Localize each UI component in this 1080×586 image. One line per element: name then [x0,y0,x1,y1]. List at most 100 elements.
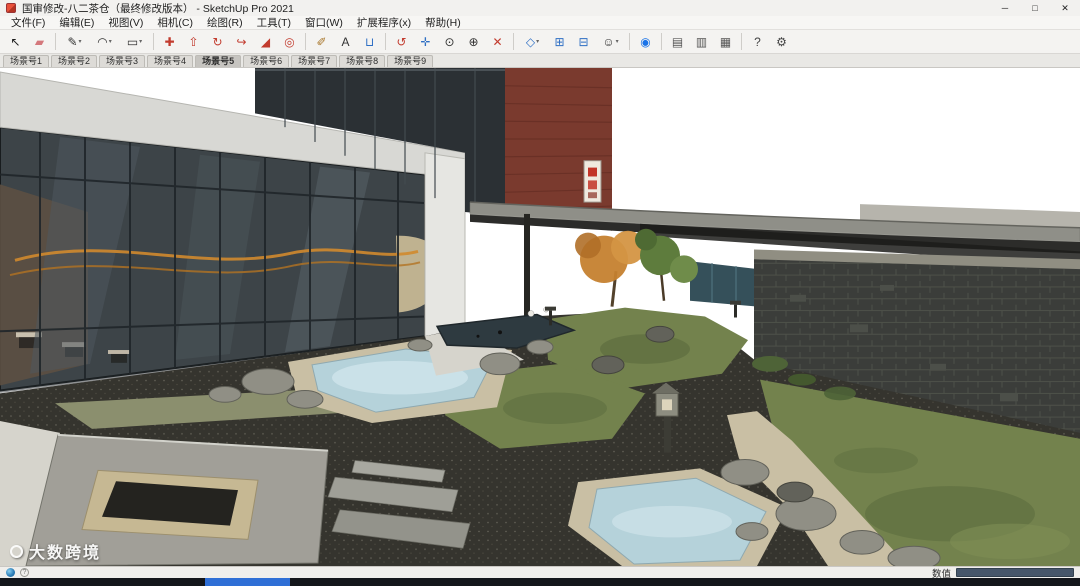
sketchup-window: 国审修改-八二茶仓（最终修改版本） - SketchUp Pro 2021 ─ … [0,0,1080,586]
tool-icon: ◠ [97,34,108,49]
toolbar: ↖ ▰ ✎ ◠ ▭ ✚ ⇧ ↻ ↪ ◢ ◎ ✐ A ⊔ ↺ ✛ [0,30,1080,54]
window-controls: ─ □ ✕ [990,0,1080,16]
eraser-tool[interactable]: ▰ [28,31,51,52]
menu-item[interactable]: 编辑(E) [52,15,101,30]
move-tool[interactable]: ✚ [158,31,181,52]
tool-icon: ↻ [212,34,223,49]
tool-icon: ✎ [67,34,78,49]
scene-tab[interactable]: 场景号1 [3,55,50,67]
tool-icon: ▥ [695,34,708,49]
tool-icon: ◢ [260,34,271,49]
scene-tab[interactable]: 场景号5 [195,55,242,67]
rotate-tool[interactable]: ↻ [206,31,229,52]
scene-tab[interactable]: 场景号9 [387,55,434,67]
menu-item[interactable]: 扩展程序(x) [350,15,418,30]
menu-item[interactable]: 工具(T) [250,15,298,30]
watermark: 大数跨境 [10,539,101,563]
tool-icon: A [341,34,350,49]
maximize-button[interactable]: □ [1020,0,1050,16]
walk-tool[interactable]: ☺ [596,31,625,52]
corner-column [424,152,466,337]
view-iso-tool[interactable]: ◇ [518,31,547,52]
tool-icon: ▤ [671,34,684,49]
text-tool[interactable]: A [334,31,357,52]
tool-icon: ⊞ [554,34,565,49]
menu-item[interactable]: 窗口(W) [298,15,350,30]
view-top-tool[interactable]: ⊞ [548,31,571,52]
help-icon[interactable]: ? [20,568,29,577]
titlebar: 国审修改-八二茶仓（最终修改版本） - SketchUp Pro 2021 ─ … [0,0,1080,16]
menu-item[interactable]: 文件(F) [4,15,52,30]
menu-item[interactable]: 绘图(R) [200,15,250,30]
scene-tab[interactable]: 场景号8 [339,55,386,67]
zoom-extents-tool[interactable]: ⊕ [462,31,485,52]
view-front-tool[interactable]: ⊟ [572,31,595,52]
tool-icon: ⊕ [468,34,479,49]
zoom-tool[interactable]: ⊙ [438,31,461,52]
geolocation-icon[interactable] [6,568,15,577]
measurement-input[interactable] [956,568,1074,577]
tool-icon: ↺ [396,34,407,49]
tool-icon: ↪ [236,34,247,49]
scene-tab[interactable]: 场景号7 [291,55,338,67]
viewport-3d[interactable]: 大数跨境 [0,68,1080,566]
toolbar-separator [153,33,154,50]
toolbar-separator [741,33,742,50]
pan-tool[interactable]: ✛ [414,31,437,52]
select-tool[interactable]: ↖ [4,31,27,52]
arc-tool[interactable]: ◠ [90,31,119,52]
toolbar-separator [661,33,662,50]
watermark-text: 大数跨境 [29,545,102,562]
paint-bucket-tool[interactable]: ⊔ [358,31,381,52]
push-pull-tool[interactable]: ⇧ [182,31,205,52]
tool-icon: ◇ [525,34,536,49]
scale-tool[interactable]: ◢ [254,31,277,52]
rectangle-tool[interactable]: ▭ [120,31,149,52]
toolbar-separator [513,33,514,50]
scene-tabs-bar: 场景号1 场景号2 场景号3 场景号4 场景号5 场景号6 场景号7 场景号8 场景号9 [0,54,1080,68]
tool-icon: ✕ [492,34,503,49]
sketchup-logo-icon [6,3,16,13]
tool-icon: ? [754,34,761,49]
delete-guides-tool[interactable]: ✕ [486,31,509,52]
statusbar: ? 数值 [0,566,1080,580]
offset-tool[interactable]: ◎ [278,31,301,52]
menu-item[interactable]: 帮助(H) [418,15,468,30]
preferences-button[interactable]: ⚙ [770,31,793,52]
help-button[interactable]: ? [746,31,769,52]
tool-icon: ▦ [719,34,732,49]
tape-measure-tool[interactable]: ✐ [310,31,333,52]
toolbar-separator [55,33,56,50]
section-fill-toggle[interactable]: ▥ [690,31,713,52]
tool-icon: ✐ [316,34,327,49]
tool-icon: ▰ [34,34,45,49]
menu-item[interactable]: 相机(C) [150,15,200,30]
section-cut-toggle[interactable]: ▦ [714,31,737,52]
menubar: 文件(F) 编辑(E) 视图(V) 相机(C) 绘图(R) 工具(T) 窗口(W) 扩展程序(… [0,16,1080,30]
window-title: 国审修改-八二茶仓（最终修改版本） - SketchUp Pro 2021 [22,2,294,15]
section-plane-toggle[interactable]: ▤ [666,31,689,52]
close-button[interactable]: ✕ [1050,0,1080,16]
scene-tab[interactable]: 场景号4 [147,55,194,67]
extension-tool[interactable]: ◉ [634,31,657,52]
taskbar [0,578,1080,586]
background-glass-structure [690,261,758,307]
follow-me-tool[interactable]: ↪ [230,31,253,52]
menu-item[interactable]: 视图(V) [101,15,150,30]
scene-tab[interactable]: 场景号2 [51,55,98,67]
toolbar-separator [629,33,630,50]
taskbar-active-app[interactable] [205,578,290,586]
scene-tab[interactable]: 场景号6 [243,55,290,67]
minimize-button[interactable]: ─ [990,0,1020,16]
tool-icon: ✚ [164,34,175,49]
line-tool[interactable]: ✎ [60,31,89,52]
tool-icon: ▭ [126,34,139,49]
toolbar-separator [385,33,386,50]
corridor-post [524,213,530,319]
orbit-tool[interactable]: ↺ [390,31,413,52]
tool-icon: ✛ [420,34,431,49]
scene-tab[interactable]: 场景号3 [99,55,146,67]
tool-icon: ⊙ [444,34,455,49]
toolbar-separator [305,33,306,50]
tool-icon: ☺ [602,34,615,49]
